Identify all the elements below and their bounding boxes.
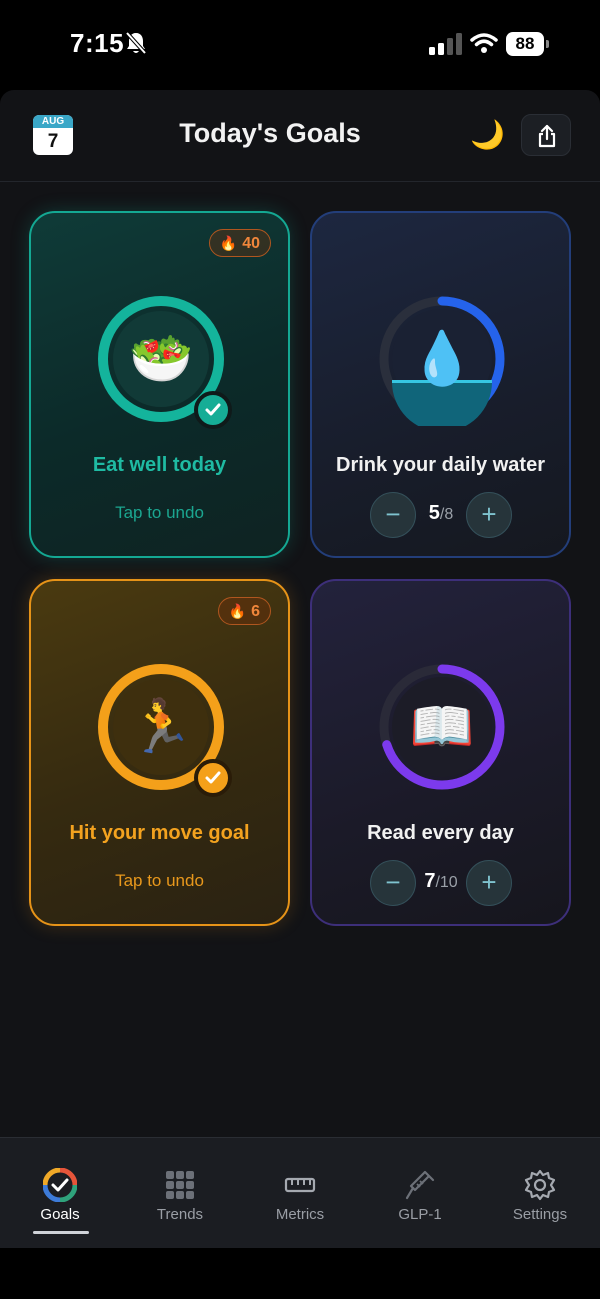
syringe-icon	[405, 1170, 435, 1200]
goal-card-water[interactable]: 💧 Drink your daily water − 5/8 +	[310, 211, 571, 558]
cellular-signal-icon	[429, 33, 462, 55]
tab-label: Settings	[512, 1206, 568, 1223]
tab-metrics[interactable]: Metrics	[240, 1138, 360, 1249]
water-drop-icon: 💧	[409, 330, 475, 388]
increment-button[interactable]: +	[466, 492, 512, 538]
goal-card-move[interactable]: 🔥 6 🏃 Hit your move goal Tap to undo	[29, 579, 290, 926]
decrement-button[interactable]: −	[370, 860, 416, 906]
wifi-icon	[470, 33, 498, 53]
header: AUG 7 Today's Goals 🌙	[0, 90, 600, 182]
check-icon	[194, 391, 232, 429]
home-indicator-area	[0, 1248, 600, 1299]
status-time: 7:15	[70, 28, 125, 58]
tab-label: Metrics	[275, 1206, 325, 1223]
app-screen: AUG 7 Today's Goals 🌙 🔥 40 🥗 Eat well tod…	[0, 90, 600, 1248]
water-stepper: − 5/8 +	[312, 492, 569, 538]
count-value: 7	[424, 870, 436, 892]
increment-button[interactable]: +	[466, 860, 512, 906]
tab-label: GLP-1	[398, 1206, 442, 1223]
gear-icon	[524, 1169, 556, 1201]
grid-icon	[166, 1171, 194, 1199]
book-icon: 📖	[409, 698, 475, 756]
streak-badge: 🔥 40	[208, 229, 271, 257]
tab-label: Trends	[156, 1206, 204, 1223]
tab-goals[interactable]: Goals	[0, 1138, 120, 1249]
goals-icon	[43, 1168, 77, 1202]
streak-count: 6	[251, 603, 260, 620]
page-title: Today's Goals	[179, 118, 361, 148]
undo-button[interactable]: Tap to undo	[31, 871, 288, 891]
check-icon	[194, 759, 232, 797]
decrement-button[interactable]: −	[370, 492, 416, 538]
goal-title: Read every day	[367, 822, 514, 844]
fire-icon: 🔥	[228, 603, 247, 619]
undo-button[interactable]: Tap to undo	[31, 503, 288, 523]
ruler-icon	[284, 1177, 316, 1193]
status-bar: 7:15 88	[0, 0, 600, 90]
tab-glp1[interactable]: GLP-1	[360, 1138, 480, 1249]
battery-tip	[546, 40, 549, 48]
battery-level: 88	[506, 32, 544, 56]
battery-indicator: 88	[506, 32, 550, 56]
tab-settings[interactable]: Settings	[480, 1138, 600, 1249]
goal-title: Eat well today	[92, 454, 227, 476]
goal-title: Drink your daily water	[336, 454, 545, 476]
step-count: 7/10	[416, 870, 466, 893]
share-button[interactable]	[521, 114, 571, 156]
goal-progress-ring: 📖	[375, 660, 509, 794]
streak-count: 40	[242, 235, 260, 252]
goal-title: Hit your move goal	[69, 822, 250, 844]
streak-badge: 🔥 6	[217, 597, 271, 625]
moon-icon[interactable]: 🌙	[470, 118, 505, 151]
tab-bar: Goals Trends Metrics GLP-1 Settings	[0, 1137, 600, 1248]
step-count: 5/8	[416, 502, 466, 525]
share-icon	[538, 124, 556, 148]
reading-stepper: − 7/10 +	[312, 860, 569, 906]
fire-icon: 🔥	[219, 235, 238, 251]
count-total: /10	[435, 874, 458, 891]
bell-off-icon	[125, 31, 147, 55]
tab-trends[interactable]: Trends	[120, 1138, 240, 1249]
tab-label: Goals	[40, 1206, 80, 1223]
goal-card-read[interactable]: 📖 Read every day − 7/10 +	[310, 579, 571, 926]
count-value: 5	[428, 502, 440, 524]
goal-card-eat-well[interactable]: 🔥 40 🥗 Eat well today Tap to undo	[29, 211, 290, 558]
active-tab-indicator	[33, 1231, 89, 1234]
goal-progress-ring: 💧	[375, 292, 509, 426]
count-total: /8	[439, 506, 454, 523]
